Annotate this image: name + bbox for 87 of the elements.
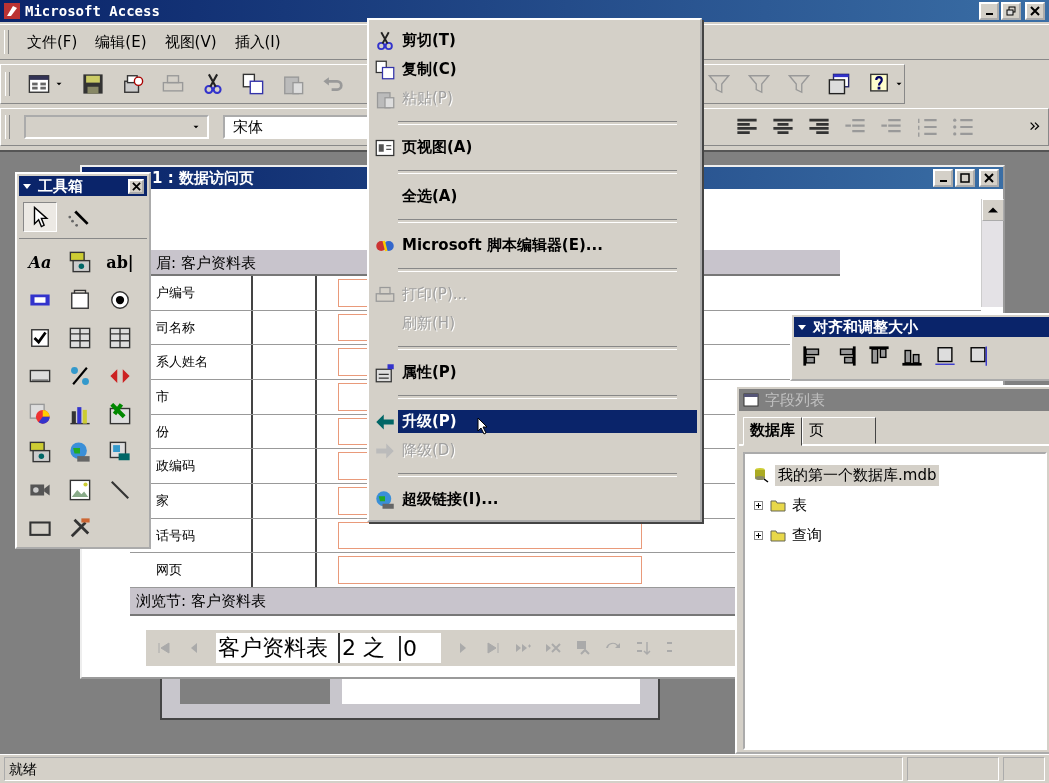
menu-item[interactable]: 全选(A) bbox=[372, 182, 697, 211]
printer-icon bbox=[375, 284, 395, 305]
checkbox-icon[interactable] bbox=[29, 327, 51, 349]
tab[interactable]: 页 bbox=[802, 417, 876, 444]
folder-icon bbox=[770, 527, 786, 543]
close-icon bbox=[1030, 6, 1040, 16]
same-height-icon[interactable] bbox=[967, 345, 989, 367]
field-label: 话号码 bbox=[156, 526, 195, 545]
scissors-icon[interactable] bbox=[202, 73, 224, 95]
menu-item[interactable]: 插入(I) bbox=[234, 32, 281, 52]
grid-icon[interactable] bbox=[69, 327, 91, 349]
spreadsheet-icon[interactable] bbox=[109, 403, 131, 425]
dropdown-triangle-icon[interactable] bbox=[797, 322, 807, 332]
record-count-text: 0 bbox=[399, 635, 417, 661]
menu-item[interactable]: 编辑(E) bbox=[95, 32, 147, 52]
field-label: 政编码 bbox=[156, 457, 195, 476]
menu-item[interactable]: 复制(C) bbox=[372, 55, 697, 84]
field-label: 司名称 bbox=[156, 318, 195, 337]
tree-item[interactable]: 查询 bbox=[792, 525, 822, 545]
expand-icon[interactable] bbox=[753, 499, 764, 511]
menu-item[interactable]: 文件(F) bbox=[27, 32, 78, 52]
close-button[interactable] bbox=[1025, 2, 1045, 20]
close-icon bbox=[131, 181, 141, 191]
minimize-icon bbox=[985, 13, 993, 15]
close-icon bbox=[984, 173, 994, 183]
field-label: 网页 bbox=[156, 561, 182, 580]
save-icon[interactable] bbox=[82, 73, 104, 95]
menu-item[interactable]: 超级链接(I)... bbox=[372, 485, 697, 514]
align-tops-icon[interactable] bbox=[868, 345, 890, 367]
tree-item[interactable]: 表 bbox=[792, 495, 807, 515]
pointer-tool-button[interactable] bbox=[23, 202, 57, 232]
window-icon bbox=[743, 392, 759, 408]
status-text: 就绪 bbox=[4, 757, 903, 781]
restore-button[interactable] bbox=[1001, 2, 1021, 20]
field-label: 家 bbox=[156, 491, 169, 510]
line-icon[interactable] bbox=[109, 479, 131, 501]
panel-title: 工具箱 bbox=[38, 176, 84, 196]
vertical-scrollbar[interactable] bbox=[981, 199, 1003, 307]
maximize-icon bbox=[960, 173, 970, 183]
properties-icon bbox=[375, 362, 395, 383]
tree-item[interactable]: 我的第一个数据库.mdb bbox=[775, 464, 940, 486]
scroll-up-icon[interactable] bbox=[982, 199, 1004, 221]
field-label: 系人姓名 bbox=[156, 353, 208, 372]
status-panel bbox=[1003, 757, 1045, 781]
maximize-button[interactable] bbox=[955, 169, 975, 187]
minimize-button[interactable] bbox=[979, 2, 999, 20]
menu-item[interactable]: 剪切(T) bbox=[372, 26, 697, 55]
globe-icon bbox=[375, 489, 395, 510]
field-label: 户编号 bbox=[156, 283, 195, 302]
record-position-text: 2 之 bbox=[338, 633, 385, 663]
database-icon bbox=[753, 467, 769, 483]
menu-item[interactable]: 属性(P) bbox=[372, 358, 697, 387]
scissors-icon bbox=[375, 30, 395, 51]
field-label: 市 bbox=[156, 387, 169, 406]
restore-icon bbox=[1006, 6, 1016, 16]
globe-icon[interactable] bbox=[69, 441, 91, 463]
window-title: 1 : 数据访问页 bbox=[152, 168, 254, 188]
minimize-button[interactable] bbox=[933, 169, 953, 187]
window-title: 字段列表 bbox=[765, 390, 825, 410]
app-logo-icon bbox=[4, 3, 20, 19]
folder-icon bbox=[770, 497, 786, 513]
same-width-icon[interactable] bbox=[934, 345, 956, 367]
close-button[interactable] bbox=[979, 169, 999, 187]
percent-icon[interactable] bbox=[69, 365, 91, 387]
expand-icon[interactable] bbox=[753, 529, 764, 541]
print-preview-icon[interactable] bbox=[122, 73, 144, 95]
grid-icon[interactable] bbox=[109, 327, 131, 349]
linked-picture-icon[interactable] bbox=[109, 441, 131, 463]
copy-icon[interactable] bbox=[242, 73, 264, 95]
window-icon[interactable] bbox=[828, 73, 850, 95]
menu-item[interactable]: 视图(V) bbox=[164, 32, 217, 52]
form-view-icon[interactable] bbox=[28, 73, 50, 95]
field-label: 份 bbox=[156, 422, 169, 441]
close-button[interactable] bbox=[128, 178, 144, 194]
minimize-icon bbox=[939, 180, 947, 182]
tab[interactable]: 数据库 bbox=[743, 417, 802, 446]
record-source-text: 客户资料表 bbox=[217, 634, 328, 662]
help-icon[interactable] bbox=[868, 73, 890, 95]
image-icon[interactable] bbox=[69, 479, 91, 501]
window-title: Microsoft Access bbox=[25, 3, 160, 19]
panel-title: 对齐和调整大小 bbox=[813, 317, 919, 337]
pivot-table-icon[interactable] bbox=[29, 403, 51, 425]
radio-icon[interactable] bbox=[109, 289, 131, 311]
page-view-icon bbox=[375, 137, 395, 158]
dropdown-triangle-icon[interactable] bbox=[22, 181, 32, 191]
tool-button[interactable]: Aa bbox=[23, 247, 57, 277]
copy-icon bbox=[375, 59, 395, 80]
